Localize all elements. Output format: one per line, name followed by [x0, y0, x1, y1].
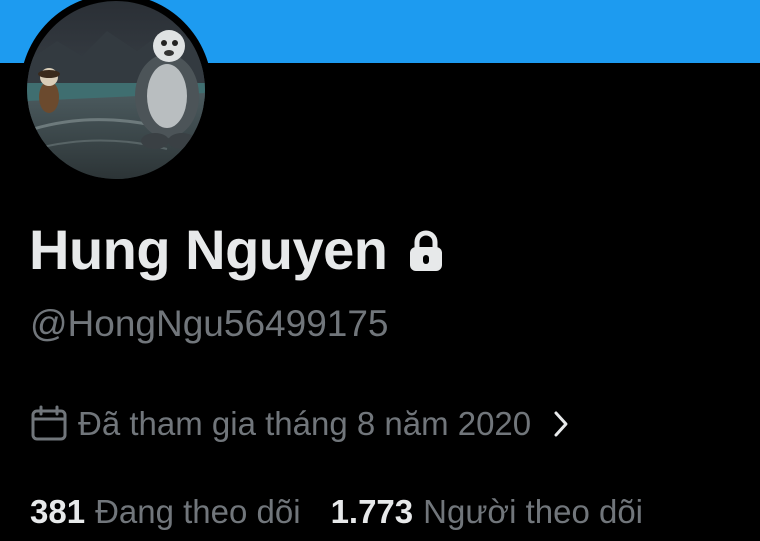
- joined-date-row[interactable]: Đã tham gia tháng 8 năm 2020: [30, 400, 571, 448]
- follow-stats: 381 Đang theo dõi 1.773 Người theo dõi: [30, 488, 643, 536]
- avatar[interactable]: [20, 0, 212, 186]
- followers-count: 1.773: [330, 493, 414, 530]
- profile-handle: @HongNgu56499175: [30, 303, 389, 344]
- followers-label: Người theo dõi: [423, 493, 644, 530]
- avatar-image: [27, 1, 205, 179]
- name-row: Hung Nguyen: [29, 214, 445, 286]
- calendar-icon: [30, 405, 68, 443]
- followers-stat[interactable]: 1.773 Người theo dõi: [331, 488, 643, 536]
- profile-page: Hung Nguyen @HongNgu56499175 Đã tham gia…: [0, 0, 760, 541]
- display-name: Hung Nguyen: [29, 218, 388, 281]
- joined-date-text: Đã tham gia tháng 8 năm 2020: [78, 405, 532, 442]
- following-label: Đang theo dõi: [95, 493, 301, 530]
- following-count: 381: [30, 493, 86, 530]
- following-stat[interactable]: 381 Đang theo dõi: [30, 488, 301, 536]
- chevron-right-icon[interactable]: [551, 409, 571, 439]
- lock-icon: [407, 229, 445, 273]
